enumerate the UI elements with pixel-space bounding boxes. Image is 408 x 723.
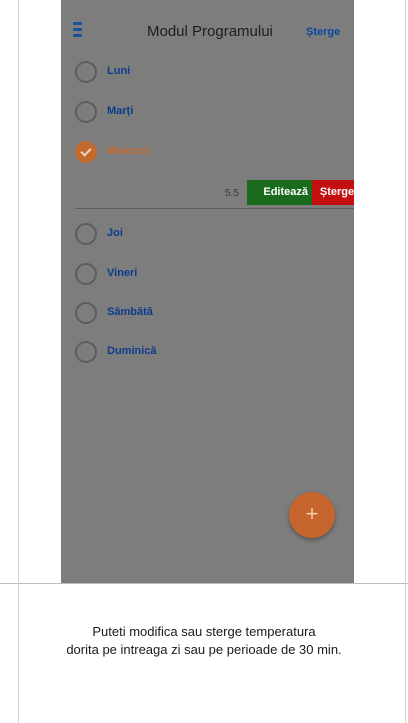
- day-label: Duminică: [107, 345, 157, 357]
- day-label: Sâmbătă: [107, 306, 153, 318]
- day-item-sambata[interactable]: Sâmbătă: [75, 302, 335, 328]
- frame-left-border: [18, 0, 19, 583]
- edit-button-label: Editează: [263, 186, 308, 198]
- caption-line-2: dorita pe intreaga zi sau pe perioade de…: [66, 642, 342, 657]
- day-item-miercuri[interactable]: Miercuri: [75, 141, 335, 167]
- add-button[interactable]: +: [289, 492, 335, 538]
- slot-temperature: 5.5: [225, 188, 239, 199]
- radio-icon[interactable]: [75, 223, 97, 245]
- app-header: Modul Programului Șterge: [61, 0, 354, 54]
- caption-line-1: Puteti modifica sau sterge temperatura: [92, 624, 316, 639]
- day-label: Vineri: [107, 267, 138, 279]
- divider: [75, 208, 354, 209]
- radio-icon[interactable]: [75, 302, 97, 324]
- day-item-joi[interactable]: Joi: [75, 223, 335, 249]
- day-label: Luni: [107, 65, 131, 77]
- edit-button[interactable]: Editează: [247, 180, 312, 205]
- radio-icon[interactable]: [75, 61, 97, 83]
- day-item-marti[interactable]: Marți: [75, 101, 335, 127]
- radio-icon[interactable]: [75, 263, 97, 285]
- frame-right-border: [405, 0, 406, 583]
- radio-icon[interactable]: [75, 101, 97, 123]
- day-label: Joi: [107, 227, 123, 239]
- page-title: Modul Programului: [147, 23, 273, 40]
- delete-slot-button[interactable]: Șterge: [312, 180, 354, 205]
- delete-header-button[interactable]: Șterge: [306, 26, 340, 38]
- day-label: Marți: [107, 105, 134, 117]
- radio-icon[interactable]: [75, 341, 97, 363]
- time-slot-row[interactable]: 5.5 Editează Șterge: [75, 180, 354, 210]
- menu-icon[interactable]: [73, 22, 82, 38]
- radio-checked-icon[interactable]: [75, 141, 97, 163]
- day-item-luni[interactable]: Luni: [75, 61, 335, 87]
- day-item-vineri[interactable]: Vineri: [75, 263, 335, 289]
- phone-screen: Modul Programului Șterge Luni Marți Mier…: [61, 0, 354, 583]
- day-item-duminica[interactable]: Duminică: [75, 341, 335, 367]
- day-label: Miercuri: [107, 145, 150, 157]
- caption-text: Puteti modifica sau sterge temperatura d…: [0, 623, 408, 659]
